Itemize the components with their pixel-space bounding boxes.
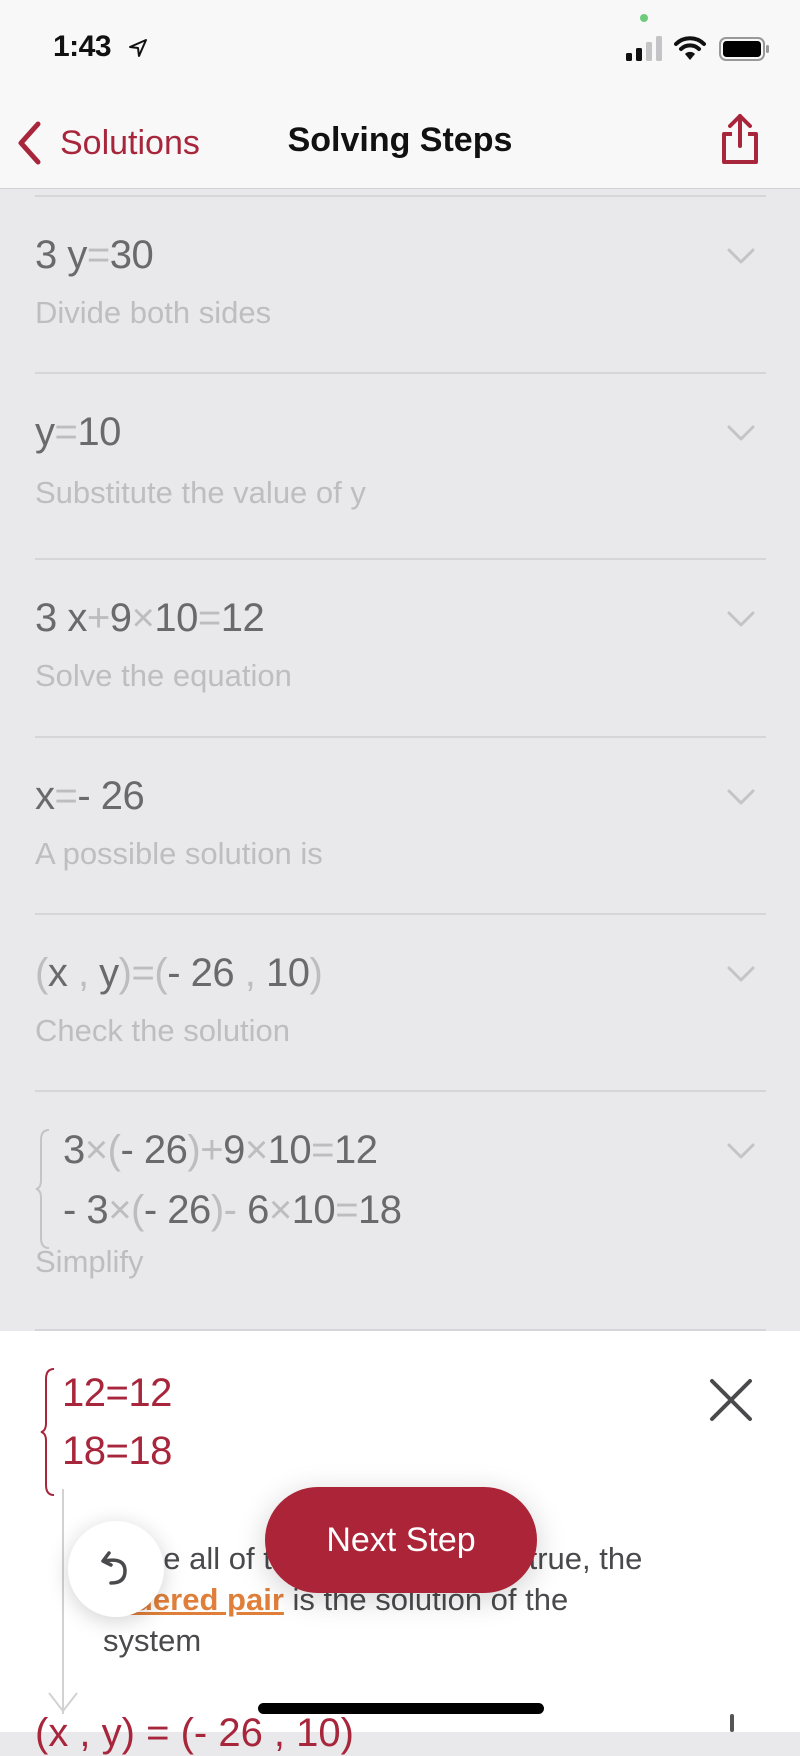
wifi-icon bbox=[674, 36, 706, 60]
close-icon[interactable] bbox=[706, 1375, 756, 1425]
step-detail-sheet: 12=12 18=18 Since all of the statements … bbox=[0, 1331, 800, 1755]
math-term: 10 bbox=[77, 410, 121, 454]
step-caption: Divide both sides bbox=[35, 295, 272, 330]
math-term: 10 bbox=[291, 1188, 336, 1232]
math-operator: ) bbox=[118, 951, 132, 995]
math-operator: = bbox=[131, 951, 155, 995]
page-title-text: Solving Steps bbox=[287, 121, 513, 159]
math-operator: × bbox=[84, 1128, 108, 1172]
math-operator: ( bbox=[35, 951, 48, 995]
step-equation: y=10 bbox=[35, 410, 121, 455]
math-operator: = bbox=[311, 1128, 335, 1172]
math-operator: ( bbox=[154, 951, 168, 995]
math-operator: = bbox=[54, 774, 78, 818]
home-indicator[interactable] bbox=[258, 1703, 544, 1714]
scroll-indicator bbox=[730, 1714, 734, 1732]
undo-icon bbox=[101, 1551, 127, 1585]
math-term: - 3 bbox=[63, 1188, 109, 1232]
step-equation: 3 y=30 bbox=[35, 233, 154, 278]
math-term: 3 bbox=[63, 1128, 85, 1172]
step-row[interactable]: 3×(- 26)+9×10=12- 3×(- 26)- 6×10=18 Simpl… bbox=[0, 1084, 800, 1331]
math-operator: ( bbox=[131, 1188, 144, 1232]
math-operator: ( bbox=[107, 1128, 121, 1172]
system-brace bbox=[35, 1129, 50, 1249]
step-row[interactable]: 3 y=30 Divide both sides bbox=[0, 189, 800, 366]
chevron-down-icon[interactable] bbox=[726, 246, 756, 266]
math-term: 10 bbox=[267, 1128, 312, 1172]
math-operator: × bbox=[244, 1128, 268, 1172]
math-term: 30 bbox=[109, 233, 154, 277]
step-equation: 3 x+9×10=12 bbox=[35, 596, 265, 641]
math-operator: , bbox=[67, 951, 100, 995]
math-operator: + bbox=[200, 1128, 224, 1172]
share-icon[interactable] bbox=[716, 112, 764, 168]
step-equation: x=- 26 bbox=[35, 774, 145, 819]
page-title: Solving Steps bbox=[0, 121, 800, 160]
math-term: 3 bbox=[35, 233, 57, 277]
chevron-down-icon[interactable] bbox=[726, 423, 756, 443]
math-term: - 26 bbox=[167, 951, 235, 995]
privacy-indicator-dot bbox=[640, 14, 648, 22]
math-term: y bbox=[35, 410, 55, 454]
step-row[interactable]: 3 x+9×10=12 Solve the equation bbox=[0, 552, 800, 730]
location-arrow-icon bbox=[129, 39, 147, 57]
math-operator: × bbox=[131, 596, 155, 640]
step-row[interactable]: (x , y)=(- 26 , 10) Check the solution bbox=[0, 907, 800, 1084]
math-term: - 26 bbox=[77, 774, 145, 818]
math-term: 3 bbox=[35, 596, 57, 640]
step-caption: A possible solution is bbox=[35, 836, 323, 871]
math-term: 12 bbox=[220, 596, 265, 640]
math-term: 18 bbox=[358, 1188, 402, 1232]
system-line-1: 3×(- 26)+9×10=12 bbox=[63, 1128, 378, 1173]
step-caption: Simplify bbox=[35, 1244, 144, 1279]
math-operator: - bbox=[223, 1188, 248, 1232]
math-term: 10 bbox=[154, 596, 198, 640]
math-term: y bbox=[99, 951, 119, 995]
math-operator: , bbox=[234, 951, 266, 995]
math-operator: + bbox=[86, 596, 110, 640]
math-operator: × bbox=[268, 1188, 292, 1232]
step-caption: Substitute the value of y bbox=[35, 475, 366, 510]
system-line-1: 12=12 bbox=[62, 1371, 172, 1415]
math-operator: ) bbox=[187, 1128, 201, 1172]
next-step-result: (x , y) = (- 26 , 10) bbox=[35, 1711, 354, 1755]
math-operator: ) bbox=[210, 1188, 224, 1232]
step-row[interactable]: y=10 Substitute the value of y bbox=[0, 366, 800, 552]
math-operator: × bbox=[108, 1188, 132, 1232]
math-term: x bbox=[56, 596, 87, 640]
math-operator: = bbox=[86, 233, 110, 277]
timeline-line bbox=[62, 1489, 64, 1714]
math-term: x bbox=[47, 951, 68, 995]
battery-icon bbox=[719, 37, 769, 61]
chevron-down-icon[interactable] bbox=[726, 1141, 756, 1161]
math-term: 12 bbox=[334, 1128, 378, 1172]
math-operator: = bbox=[197, 596, 221, 640]
step-caption: Solve the equation bbox=[35, 658, 292, 693]
chevron-down-icon[interactable] bbox=[726, 609, 756, 629]
math-term: - 26 bbox=[120, 1128, 188, 1172]
cellular-signal-icon bbox=[626, 36, 662, 61]
chevron-down-icon[interactable] bbox=[726, 964, 756, 984]
math-term: - 26 bbox=[143, 1188, 211, 1232]
status-time: 1:43 bbox=[53, 30, 112, 63]
math-term: y bbox=[56, 233, 87, 277]
step-caption: Check the solution bbox=[35, 1013, 291, 1048]
next-step-button[interactable]: Next Step bbox=[265, 1487, 537, 1593]
math-term: 10 bbox=[265, 951, 310, 995]
math-term: 9 bbox=[223, 1128, 245, 1172]
undo-button[interactable] bbox=[68, 1521, 164, 1617]
system-line-2: - 3×(- 26)- 6×10=18 bbox=[63, 1188, 402, 1233]
math-operator: ) bbox=[309, 951, 323, 995]
math-term: 9 bbox=[109, 596, 132, 640]
step-equation: (x , y)=(- 26 , 10) bbox=[35, 951, 323, 996]
top-bar: 1:43 Solutions Solving Steps bbox=[0, 0, 800, 189]
step-row[interactable]: x=- 26 A possible solution is bbox=[0, 730, 800, 907]
math-term: 6 bbox=[247, 1188, 269, 1232]
math-term: x bbox=[35, 774, 55, 818]
math-operator: = bbox=[335, 1188, 359, 1232]
chevron-down-icon[interactable] bbox=[726, 787, 756, 807]
system-brace bbox=[40, 1368, 55, 1496]
system-line-2: 18=18 bbox=[62, 1429, 172, 1473]
math-operator: = bbox=[54, 410, 78, 454]
